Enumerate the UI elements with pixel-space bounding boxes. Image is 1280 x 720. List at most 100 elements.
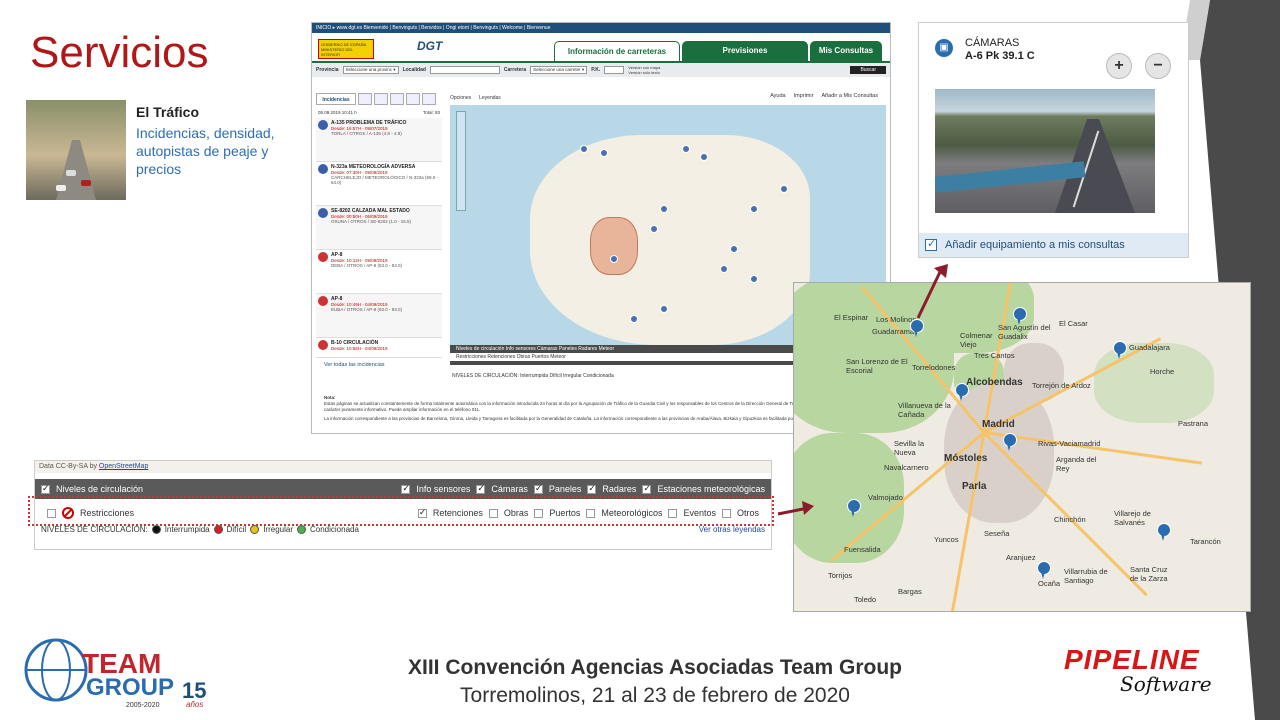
incident-icon	[318, 208, 328, 218]
ayuda-link[interactable]: Ayuda	[770, 93, 786, 99]
provincia-select[interactable]: Seleccione una provinc ▾	[342, 66, 399, 74]
map-zoom-slider[interactable]	[456, 111, 466, 211]
tab-mis-consultas[interactable]: Mis Consultas	[810, 41, 882, 61]
zoom-in-button[interactable]: +	[1106, 53, 1132, 79]
city-label: Villarrubia de Santiago	[1064, 567, 1108, 585]
openstreetmap-link[interactable]: OpenStreetMap	[99, 463, 148, 470]
incidents-panel: Incidencias 05.09.2019 10:41 h Total: 93…	[316, 93, 442, 403]
incident-detail: CARCHELEJO / METEOROLÓGICO / N-323a (59.…	[331, 175, 439, 185]
city-label: Pastrana	[1178, 419, 1209, 428]
layer-niveles[interactable]: Niveles de circulación	[56, 484, 143, 494]
incident-item[interactable]: N-323a METEOROLOGÍA ADVERSA Desde: 07:30H…	[316, 162, 442, 206]
leyendas-checkbox[interactable]: Leyendas	[479, 95, 501, 101]
niveles-checkbox[interactable]	[41, 483, 50, 494]
camera-pin-icon[interactable]	[1002, 433, 1017, 451]
camera-pin-icon[interactable]	[1012, 307, 1027, 325]
see-all-incidents-link[interactable]: Ver todas las incidencias	[316, 358, 442, 372]
paneles-checkbox[interactable]	[533, 483, 543, 494]
layer-radares[interactable]: Radares	[602, 484, 636, 494]
city-label: El Espinar	[834, 313, 869, 322]
city-label: San Lorenzo de El Escorial	[846, 357, 908, 375]
city-label: Arganda del Rey	[1056, 455, 1097, 473]
localidad-label: Localidad	[402, 67, 426, 73]
city-label: San Agustín del Guadalix	[998, 323, 1051, 341]
tab-icon-2[interactable]	[374, 93, 388, 105]
radares-checkbox[interactable]	[587, 483, 597, 494]
incident-detail: EUBA / OTROS / AP-8 (93.0 - 93.0)	[331, 307, 403, 312]
city-label: Ocaña	[1038, 579, 1061, 588]
camera-pin-icon[interactable]	[1112, 341, 1127, 359]
carretera-select[interactable]: Seleccione una carreter ▾	[530, 66, 588, 74]
credit-prefix: Data CC-By-SA by	[39, 463, 97, 470]
camera-pin-icon[interactable]	[846, 499, 861, 517]
tab-informacion-carreteras[interactable]: Información de carreteras	[554, 41, 680, 61]
city-label: Navalcarnero	[884, 463, 929, 472]
incident-item[interactable]: AP-8 Desde: 10:49H - 04/09/2019 EUBA / OTR…	[316, 294, 442, 338]
city-label: Torrijos	[828, 571, 853, 580]
city-label: Aranjuez	[1006, 553, 1036, 562]
city-label: Madrid	[982, 419, 1015, 430]
city-label: Villanueva de la Cañada	[898, 401, 951, 419]
incident-icon	[318, 296, 328, 306]
camera-icon: ▣	[935, 39, 953, 57]
pipeline-software-logo: PIPELINE Software	[1064, 644, 1264, 714]
ver-otras-leyendas-link[interactable]: Ver otras leyendas	[699, 525, 765, 534]
estaciones-checkbox[interactable]	[642, 483, 652, 494]
incident-item[interactable]: A-135 PROBLEMA DE TRÁFICO Desde: 16:57H -…	[316, 118, 442, 162]
add-equipment-label[interactable]: Añadir equipamiento a mis consultas	[945, 239, 1125, 251]
madrid-map[interactable]: El Espinar Los Molinos Guadarrama San Ag…	[793, 282, 1251, 612]
camera-pin-icon[interactable]	[954, 383, 969, 401]
camera-location: A-6 Pk 39.1 C	[965, 50, 1035, 62]
anadir-consultas-link[interactable]: Añadir a Mis Consultas	[821, 93, 878, 99]
level-dificil: Difícil	[226, 525, 247, 534]
camera-pin-icon[interactable]	[1036, 561, 1051, 579]
tab-previsiones[interactable]: Previsiones	[682, 41, 808, 61]
tab-icon-4[interactable]	[406, 93, 420, 105]
dgt-logo: DGT	[417, 39, 443, 53]
highlight-box	[28, 496, 774, 526]
level-dot-condicionada	[296, 525, 306, 534]
city-label: Parla	[962, 481, 987, 492]
layer-estaciones[interactable]: Estaciones meteorológicas	[657, 484, 765, 494]
city-label: Fuensalida	[844, 545, 881, 554]
camera-label: CÁMARAS	[965, 37, 1020, 49]
opciones-checkbox[interactable]: Opciones	[450, 95, 471, 101]
level-dot-dificil	[213, 525, 223, 534]
city-label: Sevilla la Nueva	[894, 439, 925, 457]
info-sensores-checkbox[interactable]	[401, 483, 411, 494]
levels-row: NIVELES DE CIRCULACIÓN: Interrumpida Dif…	[35, 525, 771, 534]
tab-icon-5[interactable]	[422, 93, 436, 105]
camaras-checkbox[interactable]	[476, 483, 486, 494]
service-title: El Tráfico	[136, 104, 200, 120]
pk-input[interactable]	[604, 66, 625, 74]
layer-paneles[interactable]: Paneles	[549, 484, 582, 494]
incident-item[interactable]: AP-8 Desde: 10:12H - 09/09/2019 DEBA / OTR…	[316, 250, 442, 294]
incident-icon	[318, 252, 328, 262]
city-label: Bargas	[898, 587, 922, 596]
incident-item[interactable]: B-10 CIRCULACIÓN Desde: 10:56H - 04/09/20…	[316, 338, 442, 358]
city-label: Valmojado	[868, 493, 903, 502]
city-label: Rivas-Vaciamadrid	[1038, 439, 1101, 448]
imprimir-link[interactable]: Imprimir	[794, 93, 814, 99]
tab-incidencias[interactable]: Incidencias	[316, 93, 356, 105]
tab-icon-1[interactable]	[358, 93, 372, 105]
city-label: Seseña	[984, 529, 1010, 538]
camera-pin-icon[interactable]	[1156, 523, 1171, 541]
gobierno-logo: GOBIERNO DE ESPAÑA MINISTERIO DEL INTERI…	[318, 39, 374, 59]
dgt-topbar: INICIO ▸ www.dgt.es Bienvenido | Benving…	[312, 23, 890, 33]
levels-label: NIVELES DE CIRCULACIÓN:	[41, 525, 148, 534]
city-label: Horche	[1150, 367, 1175, 376]
buscar-button[interactable]: Buscar	[850, 66, 886, 74]
zoom-out-button[interactable]: −	[1145, 53, 1171, 79]
incident-item[interactable]: SE-8202 CALZADA MAL ESTADO Desde: 00:50H …	[316, 206, 442, 250]
layer-info-sensores[interactable]: Info sensores	[416, 484, 470, 494]
city-label: Tres Cantos	[974, 351, 1015, 360]
map-credit-strip: Data CC-By-SA by OpenStreetMap	[35, 461, 771, 473]
provincia-label: Provincia	[316, 67, 339, 73]
level-dot-irregular	[250, 525, 260, 534]
tab-icon-3[interactable]	[390, 93, 404, 105]
layer-camaras[interactable]: Cámaras	[491, 484, 528, 494]
localidad-input[interactable]	[429, 66, 500, 74]
version-texto-option[interactable]: Versión sólo texto	[628, 70, 660, 75]
add-equipment-row[interactable]: Añadir equipamiento a mis consultas	[919, 233, 1188, 257]
